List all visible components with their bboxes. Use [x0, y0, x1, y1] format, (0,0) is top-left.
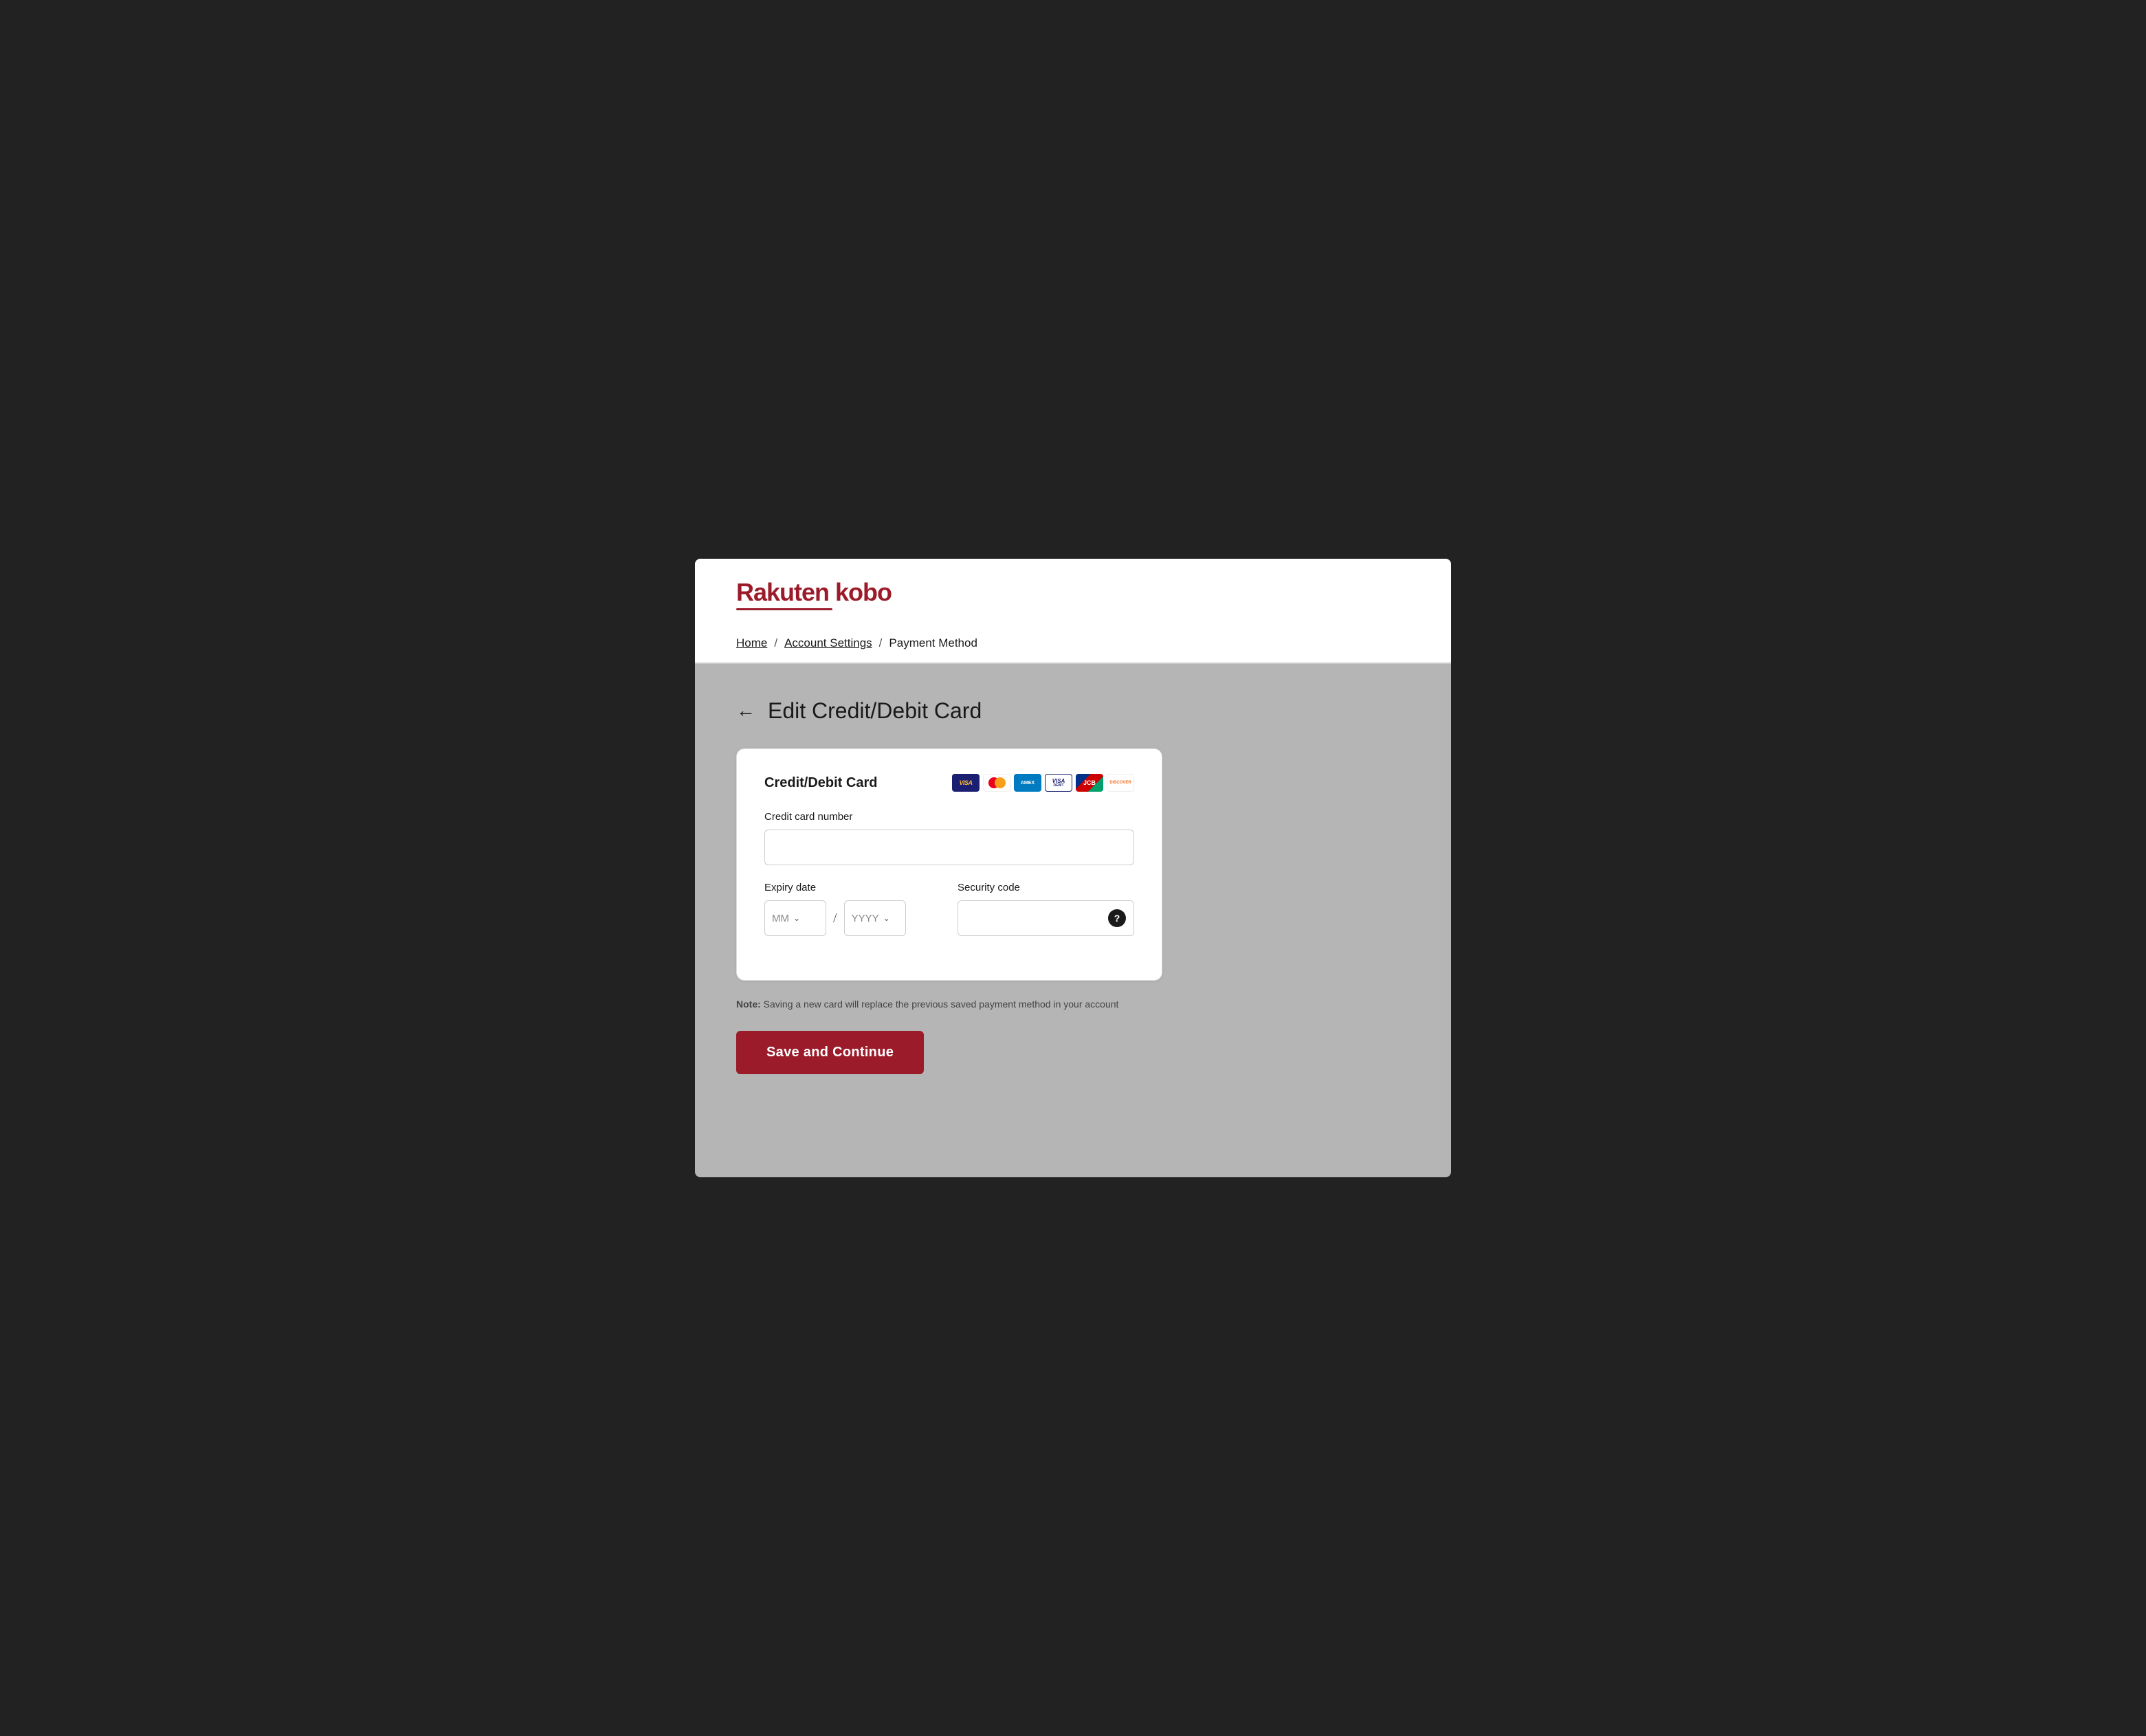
note-body: Saving a new card will replace the previ… — [761, 999, 1119, 1010]
jcb-icon: JCB — [1076, 774, 1103, 792]
visa-icon: VISA — [952, 774, 980, 792]
mc-right-circle — [995, 777, 1006, 788]
card-form-header: Credit/Debit Card VISA — [764, 774, 1134, 792]
logo: Rakuten kobo — [736, 578, 1410, 610]
logo-text[interactable]: Rakuten kobo — [736, 578, 1410, 607]
expiry-month-placeholder: MM — [772, 913, 789, 924]
card-icons: VISA AMEX VISA — [952, 774, 1134, 792]
breadcrumb: Home / Account Settings / Payment Method — [736, 625, 1410, 663]
note-text: Note: Saving a new card will replace the… — [736, 997, 1162, 1012]
security-help-button[interactable]: ? — [1108, 909, 1126, 927]
chevron-down-icon-year: ⌄ — [883, 913, 890, 923]
expiry-separator: / — [833, 911, 837, 926]
browser-window: Rakuten kobo Home / Account Settings / P… — [695, 559, 1451, 1177]
security-code-label: Security code — [958, 882, 1134, 893]
breadcrumb-sep-2: / — [879, 636, 883, 650]
main-content: ← Edit Credit/Debit Card Credit/Debit Ca… — [695, 664, 1451, 1177]
expiry-month-select[interactable]: MM ⌄ — [764, 900, 826, 936]
card-form-container: Credit/Debit Card VISA — [736, 748, 1162, 981]
visa-debit-icon: VISA DEBIT — [1045, 774, 1072, 792]
back-arrow-icon[interactable]: ← — [736, 702, 755, 721]
page-header: ← Edit Credit/Debit Card — [736, 698, 1410, 724]
expiry-inputs: MM ⌄ / YYYY ⌄ — [764, 900, 941, 936]
breadcrumb-current: Payment Method — [889, 636, 977, 650]
credit-card-number-input[interactable] — [764, 830, 1134, 865]
amex-icon: AMEX — [1014, 774, 1041, 792]
card-form-title: Credit/Debit Card — [764, 775, 877, 791]
expiry-group: Expiry date MM ⌄ / YYYY ⌄ — [764, 882, 941, 936]
credit-card-number-label: Credit card number — [764, 811, 1134, 823]
breadcrumb-sep-1: / — [774, 636, 777, 650]
security-input-wrapper: ? — [958, 900, 1134, 936]
credit-card-number-group: Credit card number — [764, 811, 1134, 865]
breadcrumb-account-settings[interactable]: Account Settings — [784, 636, 872, 650]
note-prefix: Note: — [736, 999, 761, 1010]
security-group: Security code ? — [958, 882, 1134, 936]
chevron-down-icon: ⌄ — [793, 913, 800, 923]
mastercard-icon — [983, 774, 1010, 792]
page-title: Edit Credit/Debit Card — [768, 698, 982, 724]
expiry-year-placeholder: YYYY — [852, 913, 879, 924]
expiry-year-select[interactable]: YYYY ⌄ — [844, 900, 906, 936]
logo-underline — [736, 608, 832, 610]
header: Rakuten kobo Home / Account Settings / P… — [695, 559, 1451, 664]
expiry-security-row: Expiry date MM ⌄ / YYYY ⌄ — [764, 882, 1134, 953]
discover-icon: DISCOVER — [1107, 774, 1134, 792]
expiry-label: Expiry date — [764, 882, 941, 893]
breadcrumb-home[interactable]: Home — [736, 636, 767, 650]
save-and-continue-button[interactable]: Save and Continue — [736, 1031, 924, 1074]
